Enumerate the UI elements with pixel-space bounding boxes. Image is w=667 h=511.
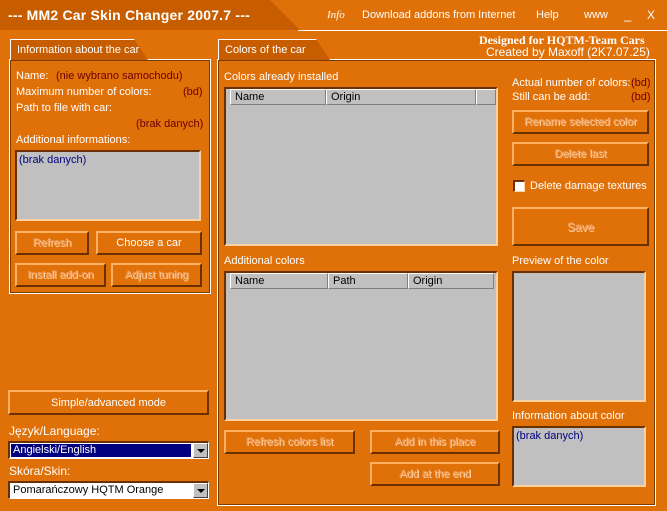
language-select[interactable]: Angielski/English: [8, 441, 209, 459]
additional-info-label: Additional informations:: [16, 134, 131, 146]
still-can-add-label: Still can be add:: [512, 91, 591, 103]
additional-col-name[interactable]: Name: [230, 273, 328, 289]
delete-damage-label: Delete damage textures: [530, 180, 647, 192]
menu-www[interactable]: www: [584, 9, 608, 21]
actual-colors-value: (bd): [631, 77, 651, 89]
color-info-label: Information about color: [512, 410, 625, 422]
car-path-value: (brak danych): [136, 118, 204, 130]
color-info-box[interactable]: (brak danych): [512, 426, 646, 487]
car-name-value: (nie wybrano samochodu): [56, 70, 183, 82]
additional-colors-label: Additional colors: [224, 255, 305, 267]
delete-last-button[interactable]: Delete last: [512, 142, 649, 166]
chevron-down-icon[interactable]: [193, 443, 208, 458]
additional-col-path[interactable]: Path: [328, 273, 408, 289]
simple-advanced-mode-button[interactable]: Simple/advanced mode: [8, 390, 209, 415]
additional-col-origin[interactable]: Origin: [408, 273, 494, 289]
minimize-button[interactable]: _: [624, 7, 631, 22]
max-colors-value: (bd): [183, 86, 203, 98]
car-colors-tab[interactable]: Colors of the car: [218, 39, 330, 60]
additional-info-box[interactable]: (brak danych): [15, 150, 201, 221]
chevron-down-icon[interactable]: [193, 483, 208, 498]
color-info-value: (brak danych): [516, 430, 584, 442]
choose-car-button[interactable]: Choose a car: [96, 231, 202, 255]
menu-download-addons[interactable]: Download addons from Internet: [362, 9, 515, 21]
adjust-tuning-button[interactable]: Adjust tuning: [111, 263, 202, 287]
installed-col-origin[interactable]: Origin: [326, 89, 476, 105]
installed-colors-list[interactable]: Name Origin: [224, 87, 498, 246]
skin-value: Pomarańczowy HQTM Orange: [13, 484, 164, 496]
language-label: Język/Language:: [9, 424, 100, 438]
save-button[interactable]: Save: [512, 207, 649, 246]
refresh-button[interactable]: Refresh: [15, 231, 89, 255]
app-title: --- MM2 Car Skin Changer 2007.7 ---: [8, 7, 250, 23]
skin-select[interactable]: Pomarańczowy HQTM Orange: [8, 481, 209, 499]
car-path-label: Path to file with car:: [16, 102, 112, 114]
title-bar[interactable]: --- MM2 Car Skin Changer 2007.7 --- Info…: [0, 0, 667, 32]
additional-colors-list[interactable]: Name Path Origin: [224, 271, 498, 421]
refresh-colors-list-button[interactable]: Refresh colors list: [224, 430, 355, 454]
additional-info-value: (brak danych): [19, 154, 87, 166]
created-by-text: Created by Maxoff (2K7.07.25): [486, 45, 650, 59]
max-colors-label: Maximum number of colors:: [16, 86, 152, 98]
menu-info[interactable]: Info: [327, 9, 345, 21]
app-window: --- MM2 Car Skin Changer 2007.7 --- Info…: [0, 0, 667, 511]
add-at-end-button[interactable]: Add at the end: [370, 462, 500, 486]
add-in-place-button[interactable]: Add in this place: [370, 430, 500, 454]
installed-col-filler: [476, 89, 496, 105]
title-divider: [298, 30, 667, 31]
preview-label: Preview of the color: [512, 255, 609, 267]
close-button[interactable]: X: [647, 8, 655, 22]
skin-label: Skóra/Skin:: [9, 464, 71, 478]
actual-colors-label: Actual number of colors:: [512, 77, 631, 89]
car-name-label: Name:: [16, 70, 49, 82]
still-can-add-value: (bd): [631, 91, 651, 103]
color-preview-box: [512, 271, 646, 402]
car-info-tab[interactable]: Information about the car: [10, 39, 148, 60]
install-addon-button[interactable]: Install add-on: [15, 263, 106, 287]
menu-help[interactable]: Help: [536, 9, 559, 21]
delete-damage-checkbox[interactable]: [513, 180, 525, 192]
installed-colors-label: Colors already installed: [224, 71, 339, 83]
language-value: Angielski/English: [11, 444, 191, 457]
installed-col-name[interactable]: Name: [230, 89, 326, 105]
rename-color-button[interactable]: Rename selected color: [512, 110, 649, 134]
